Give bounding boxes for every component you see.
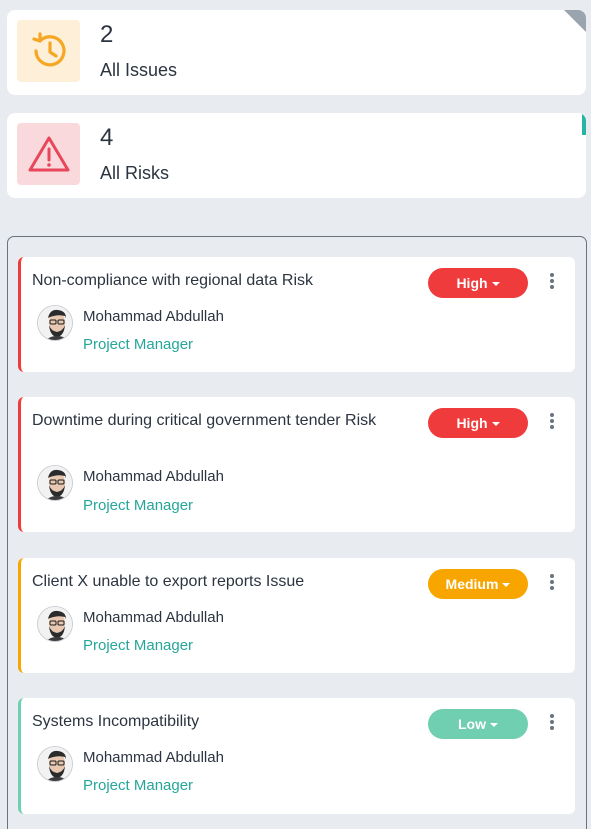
list-item[interactable]: Downtime during critical government tend… xyxy=(18,397,575,532)
assignee-name: Mohammad Abdullah xyxy=(83,468,224,485)
chevron-down-icon xyxy=(490,722,498,727)
priority-label: High xyxy=(456,275,488,291)
assignee-role: Project Manager xyxy=(83,777,194,794)
chevron-down-icon xyxy=(491,421,500,426)
assignee-name: Mohammad Abdullah xyxy=(83,308,224,325)
risks-count: 4 xyxy=(100,124,114,151)
assignee-name: Mohammad Abdullah xyxy=(83,749,224,766)
assignee-role: Project Manager xyxy=(83,497,194,514)
priority-dropdown[interactable]: Medium xyxy=(428,569,528,599)
corner-marker xyxy=(564,10,586,32)
item-title: Non-compliance with regional data Risk xyxy=(32,272,314,289)
more-options-icon[interactable] xyxy=(546,712,558,732)
avatar xyxy=(37,305,73,341)
priority-dropdown[interactable]: Low xyxy=(428,709,528,739)
item-title: Downtime during critical government tend… xyxy=(32,412,377,429)
list-item[interactable]: Systems Incompatibility Low Mohammad Abd… xyxy=(18,698,575,814)
issues-summary-card[interactable]: 2 All Issues xyxy=(7,10,586,95)
warning-triangle-icon xyxy=(17,123,80,185)
risks-label: All Risks xyxy=(100,163,170,183)
risks-summary-card[interactable]: 4 All Risks xyxy=(7,113,586,198)
list-item[interactable]: Client X unable to export reports Issue … xyxy=(18,558,575,673)
avatar xyxy=(37,465,73,501)
issues-label: All Issues xyxy=(100,60,178,80)
assignee-role: Project Manager xyxy=(83,336,194,353)
avatar xyxy=(37,606,73,642)
issues-count: 2 xyxy=(100,21,114,48)
priority-dropdown[interactable]: High xyxy=(428,268,528,298)
more-options-icon[interactable] xyxy=(546,572,558,592)
corner-marker xyxy=(582,113,586,135)
chevron-down-icon xyxy=(491,281,500,286)
item-title: Systems Incompatibility xyxy=(32,713,200,730)
priority-label: Medium xyxy=(445,576,499,592)
priority-label: High xyxy=(456,415,488,431)
history-clock-icon xyxy=(17,20,80,82)
chevron-down-icon xyxy=(502,582,511,587)
more-options-icon[interactable] xyxy=(546,271,558,291)
priority-dropdown[interactable]: High xyxy=(428,408,528,438)
assignee-name: Mohammad Abdullah xyxy=(83,609,224,626)
more-options-icon[interactable] xyxy=(546,411,558,431)
avatar xyxy=(37,746,73,782)
item-title: Client X unable to export reports Issue xyxy=(32,573,305,590)
list-item[interactable]: Non-compliance with regional data Risk H… xyxy=(18,257,575,372)
priority-label: Low xyxy=(458,716,486,732)
assignee-role: Project Manager xyxy=(83,637,194,654)
risk-issue-list: Non-compliance with regional data Risk H… xyxy=(7,236,587,829)
